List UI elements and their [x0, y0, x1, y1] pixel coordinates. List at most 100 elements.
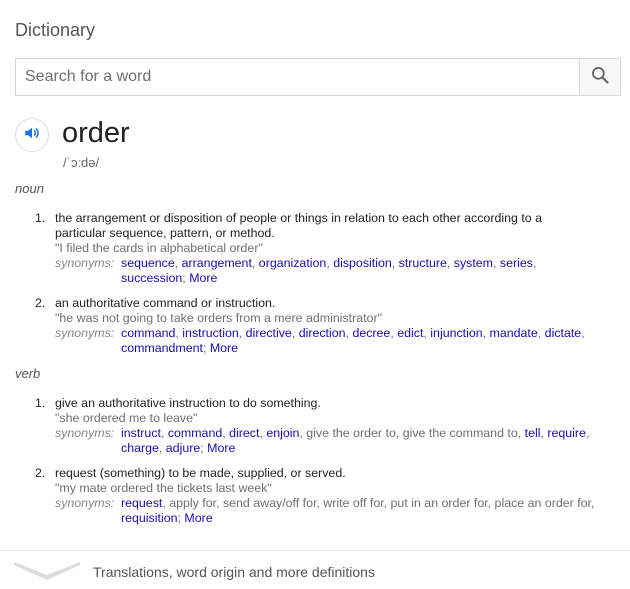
synonym-link[interactable]: series: [500, 256, 533, 270]
synonym-link[interactable]: command: [168, 426, 222, 440]
synonym-text: , apply for, send away/off for, write of…: [162, 496, 595, 510]
synonym-link[interactable]: command: [121, 326, 175, 340]
synonyms-line: requisition; More: [121, 511, 620, 526]
synonym-link[interactable]: require: [547, 426, 586, 440]
dictionary-title: Dictionary: [15, 20, 96, 40]
synonym-text: ,: [482, 326, 490, 340]
synonym-link[interactable]: direct: [229, 426, 259, 440]
synonym-text: ,: [446, 256, 454, 270]
example-sentence: "my mate ordered the tickets last week": [55, 481, 272, 495]
synonyms-line: sequence, arrangement, organization, dis…: [121, 256, 620, 271]
synonym-link[interactable]: edict: [397, 326, 423, 340]
synonym-link[interactable]: instruction: [182, 326, 238, 340]
definition-line: particular sequence, pattern, or method.: [55, 226, 275, 240]
synonyms-block: synonyms: request, apply for, send away/o…: [55, 496, 620, 526]
more-synonyms-link[interactable]: More: [207, 441, 235, 455]
synonym-text: , give the order to, give the command to…: [299, 426, 525, 440]
synonym-text: ,: [581, 326, 585, 340]
synonym-link[interactable]: directive: [246, 326, 292, 340]
synonym-text: ;: [202, 341, 210, 355]
synonym-link[interactable]: system: [454, 256, 493, 270]
divider: [0, 550, 630, 551]
sense-number: 2.: [35, 466, 46, 480]
sense-body: give an authoritative instruction to do …: [55, 396, 620, 456]
synonym-link[interactable]: commandment: [121, 341, 203, 355]
example-sentence: "she ordered me to leave": [55, 411, 198, 425]
synonyms-block: synonyms: command, instruction, directive…: [55, 326, 620, 356]
synonym-text: ,: [391, 256, 399, 270]
sense-body: an authoritative command or instruction.…: [55, 296, 620, 356]
synonyms-list: request, apply for, send away/off for, w…: [121, 496, 620, 526]
sense-number: 1.: [35, 211, 46, 225]
synonym-link[interactable]: injunction: [430, 326, 482, 340]
synonym-link[interactable]: instruct: [121, 426, 161, 440]
synonym-link[interactable]: decree: [352, 326, 390, 340]
speaker-icon: [23, 124, 41, 147]
synonyms-line: succession; More: [121, 271, 620, 286]
synonym-link[interactable]: adjure: [166, 441, 200, 455]
definition-line: give an authoritative instruction to do …: [55, 396, 321, 410]
synonyms-line: request, apply for, send away/off for, w…: [121, 496, 620, 511]
synonym-link[interactable]: structure: [399, 256, 447, 270]
search-icon: [590, 65, 610, 90]
synonym-link[interactable]: direction: [299, 326, 346, 340]
example-sentence: "I filed the cards in alphabetical order…: [55, 241, 263, 255]
synonym-link[interactable]: charge: [121, 441, 159, 455]
synonyms-block: synonyms: instruct, command, direct, enjo…: [55, 426, 620, 456]
synonym-text: ,: [251, 256, 259, 270]
synonyms-label: synonyms:: [55, 256, 115, 270]
more-definitions-link[interactable]: Translations, word origin and more defin…: [93, 564, 375, 580]
synonym-link[interactable]: succession: [121, 271, 182, 285]
synonyms-list: instruct, command, direct, enjoin, give …: [121, 426, 620, 456]
chevron-down-icon: [14, 562, 80, 586]
expand-button[interactable]: [14, 560, 80, 587]
search-button[interactable]: [579, 59, 620, 95]
more-synonyms-link[interactable]: More: [189, 271, 217, 285]
more-synonyms-link[interactable]: More: [210, 341, 238, 355]
synonym-link[interactable]: arrangement: [182, 256, 252, 270]
sense-number: 1.: [35, 396, 46, 410]
synonym-text: ,: [532, 256, 537, 270]
search-box: [15, 58, 621, 96]
synonym-text: ,: [160, 426, 168, 440]
synonym-link[interactable]: tell: [525, 426, 541, 440]
synonym-link[interactable]: sequence: [121, 256, 175, 270]
synonym-text: ,: [585, 426, 590, 440]
sense-body: the arrangement or disposition of people…: [55, 211, 620, 286]
synonym-text: ,: [158, 441, 166, 455]
phonetic: /ˈɔːdə/: [63, 155, 100, 170]
definition-line: the arrangement or disposition of people…: [55, 211, 542, 225]
synonyms-label: synonyms:: [55, 426, 115, 440]
synonym-link[interactable]: mandate: [490, 326, 538, 340]
definition-line: request (something) to be made, supplied…: [55, 466, 346, 480]
synonyms-label: synonyms:: [55, 496, 115, 510]
synonyms-list: sequence, arrangement, organization, dis…: [121, 256, 620, 286]
synonym-text: ,: [238, 326, 246, 340]
headword: order: [62, 117, 130, 149]
synonym-text: ,: [174, 256, 182, 270]
synonyms-label: synonyms:: [55, 326, 115, 340]
synonym-text: ,: [493, 256, 500, 270]
part-of-speech-noun: noun: [15, 181, 44, 196]
synonym-text: ,: [291, 326, 299, 340]
synonym-link[interactable]: request: [121, 496, 162, 510]
definition-line: an authoritative command or instruction.: [55, 296, 276, 310]
search-input[interactable]: [16, 59, 581, 95]
synonym-link[interactable]: enjoin: [266, 426, 299, 440]
part-of-speech-verb: verb: [15, 366, 41, 381]
sense-body: request (something) to be made, supplied…: [55, 466, 620, 526]
synonym-link[interactable]: dictate: [545, 326, 582, 340]
synonyms-line: charge, adjure; More: [121, 441, 620, 456]
example-sentence: "he was not going to take orders from a …: [55, 311, 382, 325]
sense-number: 2.: [35, 296, 46, 310]
synonym-link[interactable]: disposition: [333, 256, 392, 270]
more-synonyms-link[interactable]: More: [184, 511, 212, 525]
synonym-link[interactable]: requisition: [121, 511, 177, 525]
synonym-text: ,: [537, 326, 545, 340]
pronunciation-button[interactable]: [15, 118, 49, 152]
synonym-link[interactable]: organization: [259, 256, 327, 270]
synonyms-line: instruct, command, direct, enjoin, give …: [121, 426, 620, 441]
synonyms-block: synonyms: sequence, arrangement, organiza…: [55, 256, 620, 286]
synonyms-list: command, instruction, directive, directi…: [121, 326, 620, 356]
synonyms-line: commandment; More: [121, 341, 620, 356]
